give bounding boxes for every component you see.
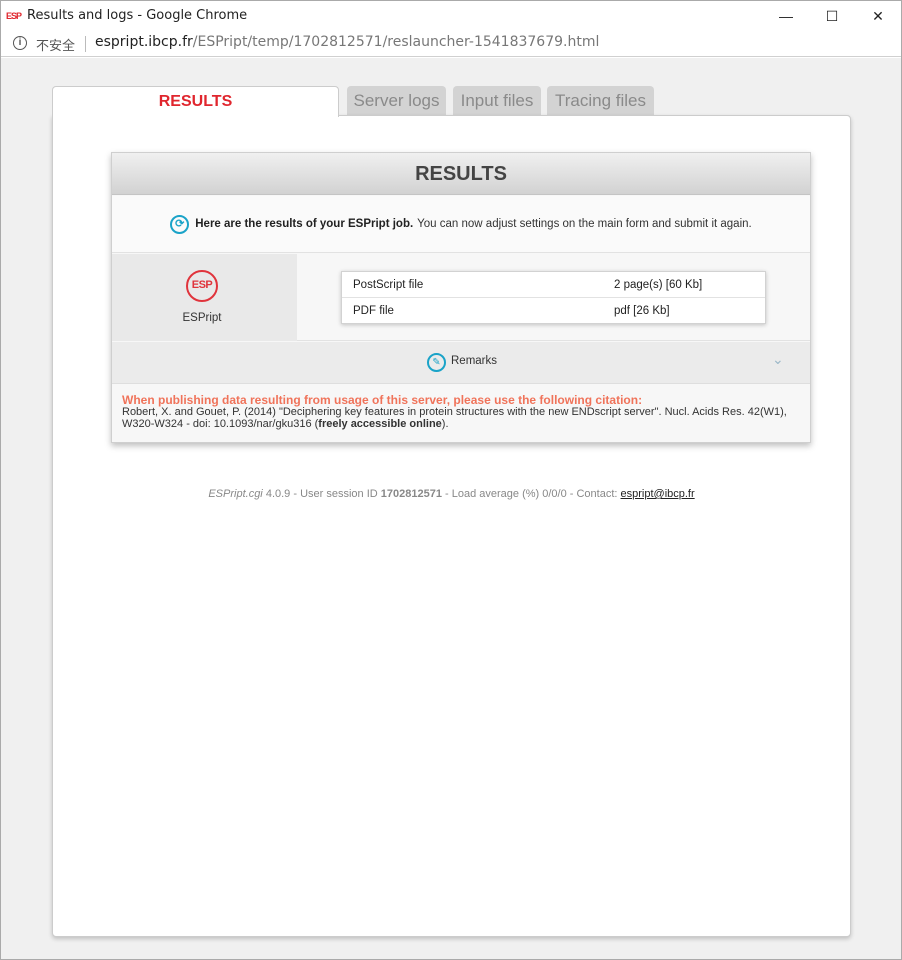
citation-text: Robert, X. and Gouet, P. (2014) "Deciphe… [122,406,787,430]
file-row-postscript[interactable]: PostScript file 2 page(s) [60 Kb] [342,272,765,298]
pin-icon: ✎ [427,353,446,372]
citation-block: When publishing data resulting from usag… [122,394,802,430]
tab-tracing-files[interactable]: Tracing files [547,86,654,116]
security-label[interactable]: 不安全 [36,35,75,54]
file-size: pdf [26 Kb] [614,305,670,317]
title-bar: ESP Results and logs - Google Chrome — ☐… [1,1,901,31]
url-text[interactable]: espript.ibcp.fr/ESPript/temp/1702812571/… [95,34,599,50]
minimize-button[interactable]: — [763,1,809,31]
page-viewport: RESULTS Server logs Input files Tracing … [1,58,901,959]
espript-favicon-icon: ESP [6,11,22,21]
results-card: RESULTS ⟳ Here are the results of your E… [111,152,811,443]
footer-version: 4.0.9 - User session ID [265,488,378,500]
citation-end: ). [441,418,449,430]
tab-input-files[interactable]: Input files [453,86,541,116]
intro-message: ⟳ Here are the results of your ESPript j… [112,196,810,253]
contact-email-link[interactable]: espript@ibcp.fr [621,488,695,500]
file-name[interactable]: PostScript file [353,279,423,291]
footer-app: ESPript.cgi [208,488,263,500]
logo-label: ESPript [182,312,222,324]
results-panel: RESULTS ⟳ Here are the results of your E… [52,115,851,937]
files-section: ESP ESPript PostScript file 2 page(s) [6… [112,254,810,341]
citation-open-access: freely accessible online [318,418,442,430]
footer: ESPript.cgi 4.0.9 - User session ID 1702… [53,488,850,500]
url-path: /ESPript/temp/1702812571/reslauncher-154… [192,34,600,50]
refresh-icon: ⟳ [170,214,190,234]
espript-logo-icon: ESP [186,270,218,302]
url-host: espript.ibcp.fr [95,34,193,50]
file-table: PostScript file 2 page(s) [60 Kb] PDF fi… [341,271,766,324]
remarks-label[interactable]: Remarks [451,355,497,367]
chevron-down-icon[interactable]: ⌄ [772,351,784,368]
results-heading: RESULTS [112,153,810,195]
intro-text: You can now adjust settings on the main … [417,218,752,230]
maximize-button[interactable]: ☐ [809,1,855,31]
file-name[interactable]: PDF file [353,305,394,317]
info-icon[interactable]: i [13,36,27,50]
tab-results[interactable]: RESULTS [52,86,339,117]
tab-server-logs[interactable]: Server logs [347,86,446,116]
remarks-toggle[interactable]: ✎ Remarks ⌄ [112,342,810,384]
footer-session: 1702812571 [380,488,442,500]
intro-bold: Here are the results of your ESPript job… [195,218,414,230]
window-title: Results and logs - Google Chrome [27,8,248,23]
address-bar[interactable]: i 不安全 espript.ibcp.fr/ESPript/temp/17028… [1,31,901,57]
citation-heading: When publishing data resulting from usag… [122,393,643,407]
footer-load: - Load average (%) 0/0/0 - Contact: [445,488,618,500]
file-row-pdf[interactable]: PDF file pdf [26 Kb] [342,298,765,324]
logo-cell: ESP ESPript [112,254,297,341]
browser-window: ESP Results and logs - Google Chrome — ☐… [0,0,902,960]
address-separator [85,36,86,52]
close-button[interactable]: ✕ [855,1,901,31]
file-size: 2 page(s) [60 Kb] [614,279,703,291]
